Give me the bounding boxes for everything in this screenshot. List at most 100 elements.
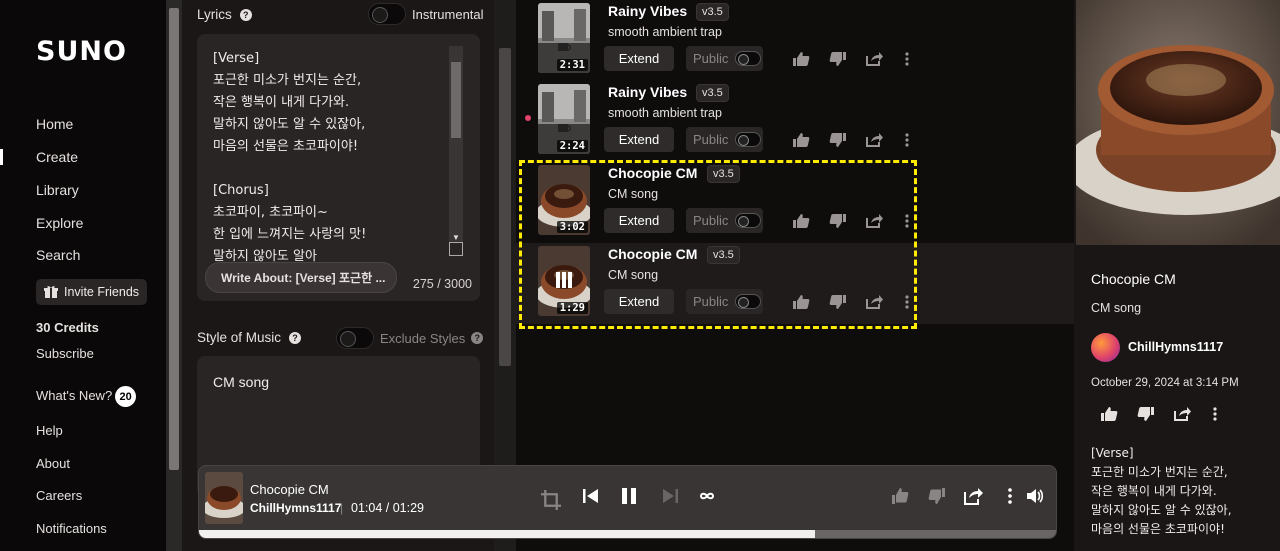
help-icon[interactable]: ? [289, 331, 302, 344]
like-icon[interactable] [890, 486, 910, 506]
public-toggle[interactable] [735, 132, 762, 147]
public-toggle[interactable] [735, 294, 762, 309]
write-about-button[interactable]: Write About: [Verse] 포근한 ... [205, 262, 397, 293]
nav-home[interactable]: Home [36, 116, 73, 132]
nav-explore[interactable]: Explore [36, 215, 83, 231]
resize-handle-icon[interactable] [449, 242, 463, 256]
exclude-styles-toggle-group[interactable]: Exclude Styles ? [336, 327, 484, 349]
player-title[interactable]: Chocopie CM [250, 482, 329, 497]
cover-art [1076, 0, 1280, 245]
extend-button[interactable]: Extend [604, 208, 674, 233]
careers-link[interactable]: Careers [36, 488, 82, 503]
style-header: Style of Music ? [197, 330, 302, 345]
style-input-value[interactable]: CM song [213, 374, 269, 390]
dislike-icon[interactable] [829, 213, 847, 229]
nav-library[interactable]: Library [36, 182, 79, 198]
share-icon[interactable] [865, 132, 883, 148]
song-style: smooth ambient trap [608, 106, 722, 120]
more-options-icon[interactable] [1000, 486, 1020, 506]
detail-title: Chocopie CM [1091, 271, 1176, 287]
song-row[interactable]: 1:29 Chocopie CM v3.5 CM song Extend Public [516, 243, 1074, 324]
dislike-icon[interactable] [829, 132, 847, 148]
like-icon[interactable] [792, 213, 810, 229]
share-icon[interactable] [963, 486, 983, 506]
more-options-icon[interactable] [903, 132, 911, 148]
more-options-icon[interactable] [903, 213, 911, 229]
song-row[interactable]: 3:02 Chocopie CM v3.5 CM song Extend Public [516, 162, 1074, 243]
lyrics-textarea[interactable]: [Verse] 포근한 미소가 번지는 순간, 작은 행복이 내게 다가와. 말… [197, 34, 480, 301]
song-title[interactable]: Chocopie CM [608, 246, 697, 262]
instrumental-toggle[interactable] [368, 3, 406, 25]
help-icon[interactable]: ? [239, 8, 252, 21]
more-options-icon[interactable] [903, 294, 911, 310]
song-row[interactable]: 2:31 Rainy Vibes v3.5 smooth ambient trap Ex… [516, 0, 1074, 81]
help-link[interactable]: Help [36, 423, 63, 438]
public-toggle-button[interactable]: Public [686, 127, 763, 152]
player-thumbnail[interactable] [205, 472, 243, 524]
player-progress-fill [199, 530, 815, 538]
song-duration: 2:24 [556, 140, 588, 152]
dislike-icon[interactable] [829, 51, 847, 67]
more-options-icon[interactable] [1211, 406, 1219, 422]
like-icon[interactable] [792, 132, 810, 148]
public-toggle[interactable] [735, 213, 762, 228]
version-badge: v3.5 [707, 246, 740, 264]
song-duration: 3:02 [556, 221, 588, 233]
next-track-icon[interactable] [660, 486, 680, 506]
extend-button[interactable]: Extend [604, 289, 674, 314]
like-icon[interactable] [1100, 406, 1118, 422]
public-label: Public [693, 132, 729, 147]
song-thumbnail[interactable]: 1:29 [538, 246, 590, 316]
active-nav-indicator [0, 149, 3, 165]
public-toggle-button[interactable]: Public [686, 46, 763, 71]
share-icon[interactable] [1173, 406, 1191, 422]
volume-icon[interactable] [1025, 486, 1045, 506]
avatar[interactable] [1091, 333, 1120, 362]
song-thumbnail[interactable]: 2:31 [538, 3, 590, 73]
version-badge: v3.5 [707, 165, 740, 183]
instrumental-toggle-group[interactable]: Instrumental [368, 3, 484, 25]
whats-new-link[interactable]: What's New? 20 [36, 386, 137, 407]
subscribe-link[interactable]: Subscribe [36, 346, 94, 361]
like-icon[interactable] [792, 294, 810, 310]
song-thumbnail[interactable]: 3:02 [538, 165, 590, 235]
invite-friends-button[interactable]: Invite Friends [36, 279, 147, 305]
lyrics-text[interactable]: [Verse] 포근한 미소가 번지는 순간, 작은 행복이 내게 다가와. 말… [213, 48, 453, 262]
song-title[interactable]: Rainy Vibes [608, 84, 687, 100]
player-username[interactable]: ChillHymns1117 [250, 501, 341, 515]
player-progress-bar[interactable] [199, 530, 1056, 538]
dislike-icon[interactable] [1137, 406, 1155, 422]
previous-track-icon[interactable] [581, 486, 601, 506]
extend-button[interactable]: Extend [604, 46, 674, 71]
song-title[interactable]: Chocopie CM [608, 165, 697, 181]
like-icon[interactable] [792, 51, 810, 67]
exclude-styles-toggle[interactable] [336, 327, 374, 349]
lyrics-scrollbar[interactable]: ▼ [449, 46, 463, 242]
more-options-icon[interactable] [903, 51, 911, 67]
nav-search[interactable]: Search [36, 247, 80, 263]
pause-icon[interactable] [619, 486, 639, 506]
extend-button[interactable]: Extend [604, 127, 674, 152]
public-toggle-button[interactable]: Public [686, 208, 763, 233]
notifications-link[interactable]: Notifications [36, 521, 107, 536]
share-icon[interactable] [865, 51, 883, 67]
song-row[interactable]: 2:24 Rainy Vibes v3.5 smooth ambient trap Ex… [516, 81, 1074, 162]
create-panel-scrollbar[interactable] [166, 0, 182, 551]
lyrics-header: Lyrics ? [197, 7, 252, 22]
share-icon[interactable] [865, 294, 883, 310]
loop-icon[interactable] [697, 486, 717, 506]
help-icon[interactable]: ? [471, 332, 484, 344]
public-label: Public [693, 213, 729, 228]
crop-icon[interactable] [541, 490, 561, 510]
share-icon[interactable] [865, 213, 883, 229]
dislike-icon[interactable] [829, 294, 847, 310]
public-toggle-button[interactable]: Public [686, 289, 763, 314]
public-toggle[interactable] [735, 51, 762, 66]
about-link[interactable]: About [36, 456, 70, 471]
nav-create[interactable]: Create [36, 149, 78, 165]
dislike-icon[interactable] [927, 486, 947, 506]
song-thumbnail[interactable]: 2:24 [538, 84, 590, 154]
song-title[interactable]: Rainy Vibes [608, 3, 687, 19]
suno-logo[interactable]: SUNO [36, 36, 127, 67]
detail-username[interactable]: ChillHymns1117 [1128, 340, 1223, 354]
